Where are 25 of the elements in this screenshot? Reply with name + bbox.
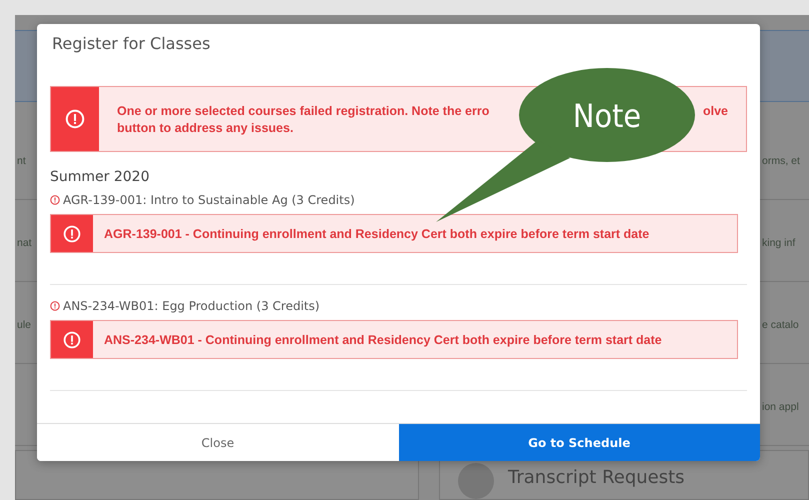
alert-icon	[65, 109, 85, 129]
banner-text: olve	[702, 103, 728, 120]
alert-icon	[63, 224, 81, 242]
background-text: ion appl	[762, 401, 799, 413]
course-title: ANS-234-WB01: Egg Production (3 Credits)	[63, 299, 320, 313]
error-message: ANS-234-WB01 - Continuing enrollment and Residency Cert both expire before term start date	[103, 332, 662, 346]
banner-text: button to address any issues.	[117, 121, 294, 135]
go-to-schedule-button[interactable]: Go to Schedule	[398, 424, 760, 461]
close-button[interactable]: Close	[37, 424, 398, 461]
term-heading: Summer 2020	[50, 169, 150, 185]
error-message: AGR-139-001 - Continuing enrollment and Residency Cert both expire before term start date	[103, 226, 650, 240]
background-text: king inf	[762, 237, 796, 250]
note-label: Note	[572, 97, 642, 135]
background-text: nat	[17, 237, 32, 250]
banner-text: One or more selected courses failed registration. Note the erro	[117, 103, 490, 120]
dialog-title: Register for Classes	[51, 33, 212, 55]
course-title: AGR-139-001: Intro to Sustainable Ag (3 Credits)	[63, 193, 355, 207]
background-text: ule	[17, 319, 32, 332]
alert-icon	[50, 301, 60, 311]
background-text: e catalo	[762, 319, 799, 332]
background-text: orms, et	[762, 155, 800, 168]
alert-icon	[63, 330, 81, 348]
background-text: nt	[17, 155, 26, 168]
card-title: Transcript Requests	[508, 466, 685, 490]
alert-icon	[50, 195, 60, 205]
